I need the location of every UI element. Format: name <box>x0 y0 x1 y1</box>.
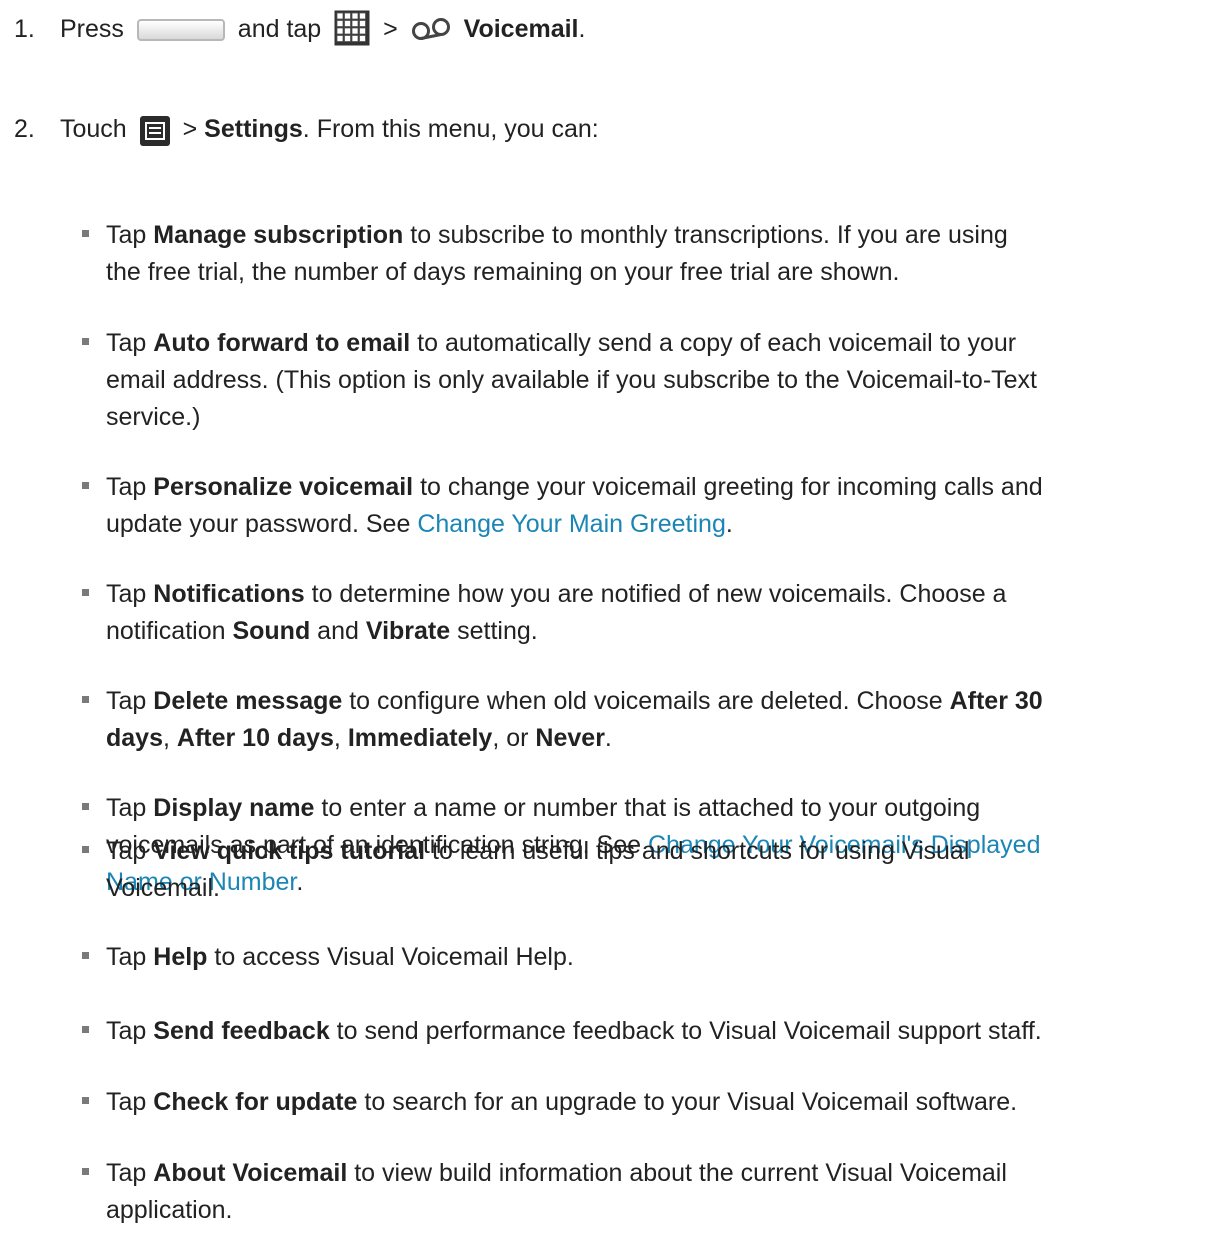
menu-key-icon <box>139 116 170 146</box>
option-name: Auto forward to email <box>153 329 411 357</box>
option-name: Manage subscription <box>153 221 404 249</box>
bullet-marker <box>82 230 89 237</box>
step-text: Touch <box>60 115 134 143</box>
step-text: > <box>175 115 205 143</box>
bullet-marker <box>82 1026 89 1033</box>
description-text: to access Visual Voicemail Help. <box>207 943 574 971</box>
step-1: 1. Press and tap > Voicemail. <box>14 10 585 46</box>
bullet-marker <box>82 1168 89 1175</box>
list-item-text: Tap Notifications to determine how you a… <box>106 576 1216 650</box>
bullet-marker <box>82 482 89 489</box>
description-text: Tap <box>106 943 154 971</box>
list-item-text: Tap Delete message to configure when old… <box>106 683 1216 757</box>
step-text: and tap <box>230 15 329 43</box>
option-name: Immediately <box>347 724 493 752</box>
bullet-marker <box>82 846 89 853</box>
option-name: Never <box>535 724 605 752</box>
description-text: setting. <box>450 617 538 645</box>
list-item-text: Tap Personalize voicemail to change your… <box>106 469 1216 543</box>
option-name: Check for update <box>153 1088 358 1116</box>
step-2: 2. Touch > Settings. From this menu, you … <box>14 112 599 146</box>
bullet-marker <box>82 803 89 810</box>
description-text: Tap <box>106 221 154 249</box>
option-name: Display name <box>153 794 315 822</box>
description-text: and <box>310 617 366 645</box>
option-name: Notifications <box>153 580 305 608</box>
option-name: Help <box>153 943 208 971</box>
description-text: Tap <box>106 1088 154 1116</box>
list-item-text: Tap Send feedback to send performance fe… <box>106 1013 1216 1050</box>
description-text: to send performance feedback to Visual V… <box>329 1017 1042 1045</box>
list-item-text: Tap View quick tips tutorial to learn us… <box>106 833 1216 907</box>
description-text: Tap <box>106 687 154 715</box>
description-text: Tap <box>106 580 154 608</box>
bold-term: Settings <box>204 115 303 143</box>
description-text: , or <box>492 724 536 752</box>
option-name: About Voicemail <box>153 1159 348 1187</box>
option-name: Delete message <box>153 687 343 715</box>
option-name: After 10 days <box>176 724 334 752</box>
bullet-marker <box>82 1097 89 1104</box>
list-item-text: Tap Check for update to search for an up… <box>106 1084 1216 1121</box>
description-text: Tap <box>106 473 154 501</box>
step-text: > <box>376 15 405 43</box>
description-text: to search for an upgrade to your Visual … <box>357 1088 1018 1116</box>
list-item-text: Tap Auto forward to email to automatical… <box>106 325 1216 436</box>
home-key-icon <box>136 19 225 41</box>
description-text: , <box>333 724 348 752</box>
list-item-text: Tap Help to access Visual Voicemail Help… <box>106 939 1216 976</box>
list-item-text: Tap Manage subscription to subscribe to … <box>106 217 1216 291</box>
description-text: Tap <box>106 837 154 865</box>
option-name: View quick tips tutorial <box>153 837 426 865</box>
voicemail-icon <box>411 12 451 46</box>
step-text: Press <box>60 15 131 43</box>
bullet-marker <box>82 589 89 596</box>
description-text: Tap <box>106 794 154 822</box>
option-name: Vibrate <box>365 617 451 645</box>
step-text: . From this menu, you can: <box>302 115 599 143</box>
step-number: 2. <box>14 115 35 143</box>
cross-reference-link[interactable]: Change Your Main Greeting <box>417 510 726 538</box>
option-name: Sound <box>232 617 311 645</box>
description-text: Tap <box>106 1159 154 1187</box>
option-name: Send feedback <box>153 1017 330 1045</box>
bullet-marker <box>82 952 89 959</box>
description-text: , <box>162 724 177 752</box>
description-text: Tap <box>106 329 154 357</box>
apps-grid-icon <box>334 10 370 46</box>
description-text: . <box>604 724 612 752</box>
bullet-marker <box>82 696 89 703</box>
description-text: . <box>725 510 733 538</box>
step-text <box>457 12 464 46</box>
description-text: Tap <box>106 1017 154 1045</box>
list-item-text: Tap About Voicemail to view build inform… <box>106 1155 1216 1229</box>
option-name: Personalize voicemail <box>153 473 414 501</box>
bold-term: Voicemail <box>463 15 579 43</box>
bullet-marker <box>82 338 89 345</box>
step-text: . <box>578 15 586 43</box>
step-number: 1. <box>14 15 35 43</box>
description-text: to configure when old voicemails are del… <box>342 687 950 715</box>
